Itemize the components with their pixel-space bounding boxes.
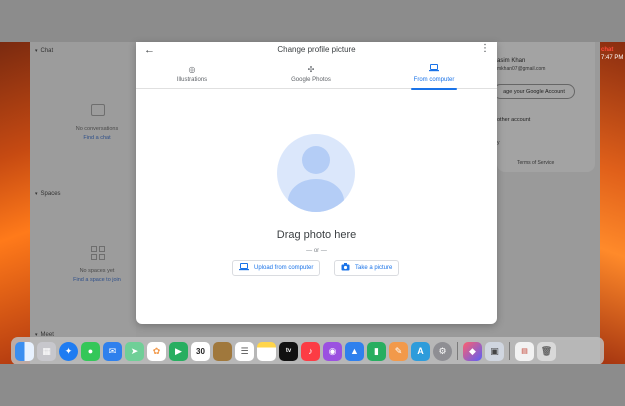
tab-label: From computer (413, 77, 455, 83)
find-space-link[interactable]: Find a space to join (57, 277, 137, 283)
photos-icon[interactable]: ✿ (147, 341, 166, 361)
tab-google-photos[interactable]: ✣ Google Photos (266, 64, 356, 89)
avatar-body (288, 179, 344, 212)
tab-illustrations[interactable]: ◎ Illustrations (147, 64, 237, 89)
default-avatar-image (277, 134, 355, 212)
desktop-wallpaper-left (0, 42, 30, 364)
documents-folder-icon[interactable]: ▤ (515, 341, 534, 361)
desktop-wallpaper-right (600, 42, 625, 364)
facetime-icon[interactable]: ▶ (169, 341, 188, 361)
account-popup: asim Khan mkhan07@gmail.com age your Goo… (493, 42, 595, 172)
chevron-down-icon: ▾ (35, 191, 38, 197)
maps-icon[interactable]: ➤ (125, 341, 144, 361)
tab-from-computer[interactable]: From computer (389, 64, 479, 90)
pages-icon[interactable]: ✎ (389, 341, 408, 361)
app-store-icon[interactable]: A (411, 341, 430, 361)
find-chat-link[interactable]: Find a chat (57, 135, 137, 141)
change-profile-picture-dialog: ← Change profile picture ⋮ ◎ Illustratio… (136, 42, 497, 324)
chat-section-header[interactable]: ▾ Chat (35, 48, 53, 54)
macos-dock: ▦ ✦ ● ✉ ➤ ✿ ▶ 30 ☰ tv ♪ ◉ ▲ ▮ ✎ A ⚙ ◆ ▣ … (11, 337, 604, 365)
laptop-icon (239, 263, 249, 273)
music-icon[interactable]: ♪ (301, 341, 320, 361)
or-separator: — or — (306, 248, 327, 254)
chevron-down-icon: ▾ (35, 48, 38, 54)
add-other-account-item[interactable]: other account (497, 117, 530, 123)
system-preferences-icon[interactable]: ⚙ (433, 341, 452, 361)
dialog-title: Change profile picture (277, 45, 356, 54)
safari-icon[interactable]: ✦ (59, 341, 78, 361)
account-name: asim Khan (497, 58, 526, 64)
stickies-icon[interactable] (213, 341, 232, 361)
manage-account-button[interactable]: age your Google Account (493, 84, 575, 99)
camera-icon (341, 263, 350, 273)
spaces-section-header[interactable]: ▾ Spaces (35, 191, 61, 197)
dock-separator (509, 342, 510, 360)
launchpad-icon[interactable]: ▦ (37, 341, 56, 361)
palette-icon: ◎ (188, 65, 196, 74)
apple-tv-icon[interactable]: tv (279, 341, 298, 361)
shortcuts-icon[interactable]: ◆ (463, 341, 482, 361)
upload-from-computer-button[interactable]: Upload from computer (232, 260, 321, 276)
preview-icon[interactable]: ▣ (485, 341, 504, 361)
messages-icon[interactable]: ● (81, 341, 100, 361)
notes-icon[interactable] (257, 341, 276, 361)
podcasts-icon[interactable]: ◉ (323, 341, 342, 361)
take-picture-button[interactable]: Take a picture (334, 260, 400, 276)
numbers-icon[interactable]: ▮ (367, 341, 386, 361)
no-spaces-text: No spaces yet (79, 268, 115, 274)
no-conversations-text: No conversations (75, 126, 119, 132)
mail-icon[interactable]: ✉ (103, 341, 122, 361)
chat-section-label: Chat (40, 48, 54, 54)
chat-bubble-icon (91, 104, 105, 116)
drop-zone-text: Drag photo here (276, 229, 357, 241)
finder-icon[interactable] (15, 341, 34, 361)
spaces-section-label: Spaces (40, 191, 61, 197)
calendar-day: 30 (196, 346, 205, 356)
take-picture-label: Take a picture (355, 265, 393, 271)
spaces-grid-icon (91, 246, 105, 260)
keynote-icon[interactable]: ▲ (345, 341, 364, 361)
top-letterbox (0, 0, 625, 42)
tv-label: tv (285, 348, 292, 354)
reminders-icon[interactable]: ☰ (235, 341, 254, 361)
source-tabs: ◎ Illustrations ✣ Google Photos From com… (136, 64, 497, 90)
upload-button-label: Upload from computer (254, 265, 314, 271)
avatar-head (302, 146, 330, 174)
more-options-icon[interactable]: ⋮ (480, 43, 490, 54)
privacy-link[interactable]: y (497, 140, 500, 146)
account-email: mkhan07@gmail.com (497, 66, 546, 72)
calendar-icon[interactable]: 30 (191, 341, 210, 361)
laptop-icon (389, 64, 479, 75)
menu-clock: chat 7:47 PM (601, 46, 625, 62)
clock-line-2: 7:47 PM (601, 55, 624, 61)
tab-label: Google Photos (291, 77, 331, 83)
tab-label: Illustrations (176, 77, 208, 83)
pinwheel-icon: ✣ (307, 65, 315, 74)
trash-icon[interactable]: 🗑 (537, 341, 556, 361)
dock-separator (457, 342, 458, 360)
terms-link[interactable]: Terms of Service (517, 160, 554, 166)
clock-line-1: chat (601, 47, 614, 53)
bottom-letterbox (0, 364, 625, 406)
